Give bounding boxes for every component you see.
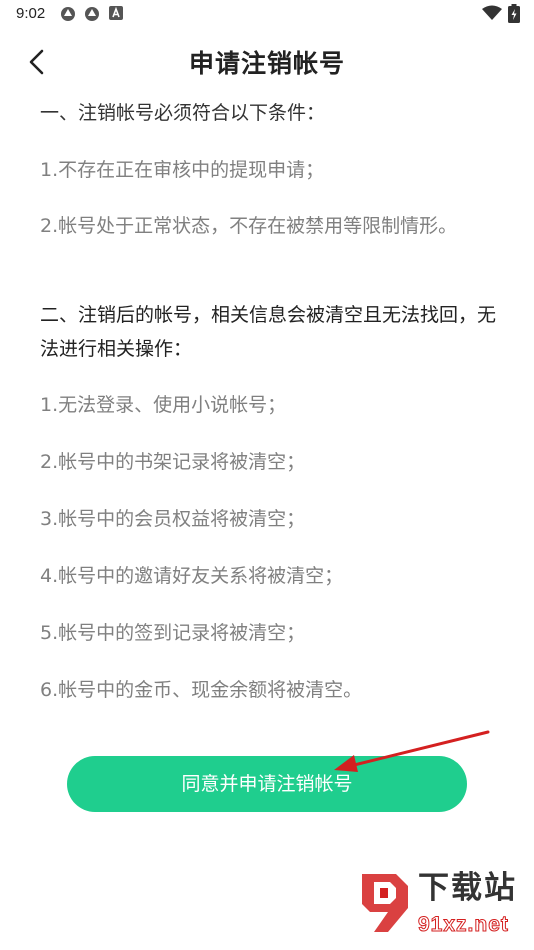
list-item: 5.帐号中的签到记录将被清空； xyxy=(40,622,306,644)
watermark-logo: 下载站 91xz.net xyxy=(356,868,526,944)
watermark-url: 91xz.net xyxy=(418,913,509,937)
list-item: 3.帐号中的会员权益将被清空； xyxy=(40,508,306,530)
app-notification-icon xyxy=(84,6,100,22)
battery-icon xyxy=(508,4,520,23)
watermark-text: 下载站 xyxy=(418,870,517,906)
app-notification-icon xyxy=(60,6,76,22)
list-item: 2.帐号处于正常状态，不存在被禁用等限制情形。 xyxy=(40,215,458,237)
section1-title: 一、注销帐号必须符合以下条件： xyxy=(40,102,326,124)
status-time: 9:02 xyxy=(16,5,46,22)
page-title: 申请注销帐号 xyxy=(188,49,345,78)
list-item: 1.不存在正在审核中的提现申请； xyxy=(40,159,325,181)
wifi-icon xyxy=(482,5,502,21)
list-item: 6.帐号中的金币、现金余额将被清空。 xyxy=(40,679,363,701)
notification-a-icon xyxy=(109,6,125,22)
list-item: 1.无法登录、使用小说帐号； xyxy=(40,394,287,416)
agree-and-apply-button[interactable]: 同意并申请注销帐号 xyxy=(67,756,467,812)
list-item: 4.帐号中的邀请好友关系将被清空； xyxy=(40,565,344,587)
header: 申请注销帐号 xyxy=(0,40,534,84)
site-logo-icon xyxy=(362,874,408,932)
status-bar: 9:02 xyxy=(0,0,534,30)
section2-title: 二、注销后的帐号，相关信息会被清空且无法找回，无法进行相关操作： xyxy=(40,304,497,360)
list-item: 2.帐号中的书架记录将被清空； xyxy=(40,451,306,473)
